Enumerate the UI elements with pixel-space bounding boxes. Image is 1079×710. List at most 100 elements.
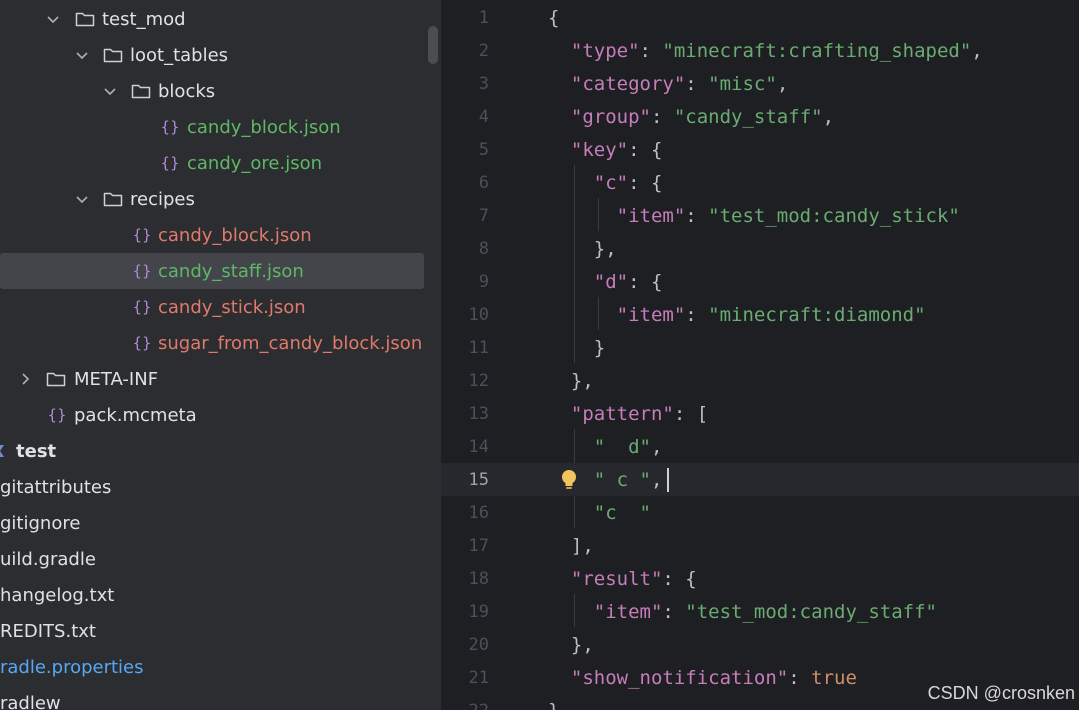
code-text[interactable]: "show_notification": true [548,667,857,689]
code-text[interactable]: } [548,337,605,359]
code-text[interactable]: }, [548,238,617,260]
tree-item-gitignore[interactable]: gitignore [0,505,424,541]
code-line[interactable]: 3 "category": "misc", [441,67,1079,100]
json-file-icon: {} [131,224,153,246]
code-text[interactable]: " d", [548,436,663,458]
tree-scrollbar-thumb[interactable] [428,26,438,64]
code-token: "test_mod:candy_staff" [685,600,937,623]
line-number: 20 [468,634,489,655]
code-line[interactable]: 8 }, [441,232,1079,265]
code-line[interactable]: 7 "item": "test_mod:candy_stick" [441,199,1079,232]
json-file-icon: {} [131,296,153,318]
chevron-down-icon[interactable] [101,82,119,100]
line-number: 8 [478,238,489,259]
code-text[interactable]: "c": { [548,171,663,194]
tree-item-sugar-from-candy-block-json[interactable]: {} sugar_from_candy_block.json [0,325,424,361]
code-text[interactable]: "d": { [548,270,663,293]
tree-item-test-module[interactable]: test [0,433,424,469]
code-token: : { [628,270,663,293]
code-line[interactable]: 18 "result": { [441,562,1079,595]
line-number: 6 [478,172,489,193]
line-number: 13 [468,403,489,424]
code-line[interactable]: 19 "item": "test_mod:candy_staff" [441,595,1079,628]
tree-item-test-mod[interactable]: test_mod [0,1,424,37]
tree-item-gradlew[interactable]: radlew [0,685,424,710]
line-number: 14 [468,436,489,457]
tree-item-candy-staff-json[interactable]: {} candy_staff.json [0,253,424,289]
code-token: "minecraft:diamond" [708,303,926,326]
code-line[interactable]: 12 }, [441,364,1079,397]
code-line[interactable]: 13 "pattern": [ [441,397,1079,430]
tree-item-candy-block-json[interactable]: {} candy_block.json [0,109,424,145]
tree-item-label: candy_ore.json [187,152,323,174]
chevron-down-icon[interactable] [73,190,91,208]
tree-item-gradle-properties[interactable]: radle.properties [0,649,424,685]
code-text[interactable]: ], [548,535,594,557]
code-token: : [685,72,709,95]
code-line[interactable]: 10 "item": "minecraft:diamond" [441,298,1079,331]
code-token: "item" [616,204,686,227]
code-line[interactable]: 1{ [441,1,1079,34]
code-line[interactable]: 14 " d", [441,430,1079,463]
code-text[interactable]: }, [548,370,594,392]
code-text[interactable]: "item": "minecraft:diamond" [548,304,926,326]
code-line[interactable]: 15 " c ", [441,463,1079,496]
code-editor[interactable]: 1{2 "type": "minecraft:crafting_shaped",… [441,0,1079,710]
code-text[interactable]: "type": "minecraft:crafting_shaped", [548,40,983,62]
code-line[interactable]: 16 "c " [441,496,1079,529]
tree-item-label: gitignore [0,512,81,534]
code-text[interactable]: "item": "test_mod:candy_stick" [548,205,960,227]
svg-text:{}: {} [132,334,151,352]
code-token: : [685,303,709,326]
chevron-down-icon[interactable] [73,46,91,64]
code-line[interactable]: 9 "d": { [441,265,1079,298]
code-token: "category" [570,72,686,95]
module-icon [0,442,10,460]
tree-item-candy-ore-json[interactable]: {} candy_ore.json [0,145,424,181]
tree-item-loot-tables[interactable]: loot_tables [0,37,424,73]
code-line[interactable]: 5 "key": { [441,133,1079,166]
code-line[interactable]: 2 "type": "minecraft:crafting_shaped", [441,34,1079,67]
tree-item-label: REDITS.txt [0,620,96,642]
code-text[interactable]: }, [548,634,594,656]
chevron-down-icon[interactable] [44,10,62,28]
code-text[interactable]: { [548,7,559,29]
code-text[interactable]: "c " [548,502,651,524]
code-token: : [662,600,686,623]
tree-item-build-gradle[interactable]: uild.gradle [0,541,424,577]
code-text[interactable]: "key": { [548,139,663,161]
code-text[interactable]: "group": "candy_staff", [548,106,834,128]
tree-item-pack-mcmeta[interactable]: {} pack.mcmeta [0,397,424,433]
code-token: : { [628,171,663,194]
code-token: "type" [570,39,640,62]
line-number: 10 [468,304,489,325]
code-text[interactable]: "item": "test_mod:candy_staff" [548,601,937,623]
tree-item-credits-txt[interactable]: REDITS.txt [0,613,424,649]
code-text[interactable]: "pattern": [ [548,403,708,425]
tree-item-blocks[interactable]: blocks [0,73,424,109]
code-text[interactable]: } [548,700,559,710]
tree-item-recipes[interactable]: recipes [0,181,424,217]
chevron-right-icon[interactable] [16,370,34,388]
lightbulb-icon[interactable] [559,468,579,492]
tree-item-gitattributes[interactable]: gitattributes [0,469,424,505]
svg-text:{}: {} [160,118,179,136]
code-token: "misc" [708,72,777,95]
tree-item-meta-inf[interactable]: META-INF [0,361,424,397]
line-number: 19 [468,601,489,622]
tree-item-changelog-txt[interactable]: hangelog.txt [0,577,424,613]
code-line[interactable]: 11 } [441,331,1079,364]
code-line[interactable]: 20 }, [441,628,1079,661]
code-text[interactable]: "category": "misc", [548,73,788,95]
tree-item-candy-stick-json[interactable]: {} candy_stick.json [0,289,424,325]
tree-item-label: test_mod [102,8,186,30]
code-text[interactable]: "result": { [548,568,697,590]
code-line[interactable]: 17 ], [441,529,1079,562]
code-line[interactable]: 6 "c": { [441,166,1079,199]
svg-text:{}: {} [160,154,179,172]
tree-item-recipe-candy-block-json[interactable]: {} candy_block.json [0,217,424,253]
code-line[interactable]: 4 "group": "candy_staff", [441,100,1079,133]
code-token: "candy_staff" [673,105,823,128]
